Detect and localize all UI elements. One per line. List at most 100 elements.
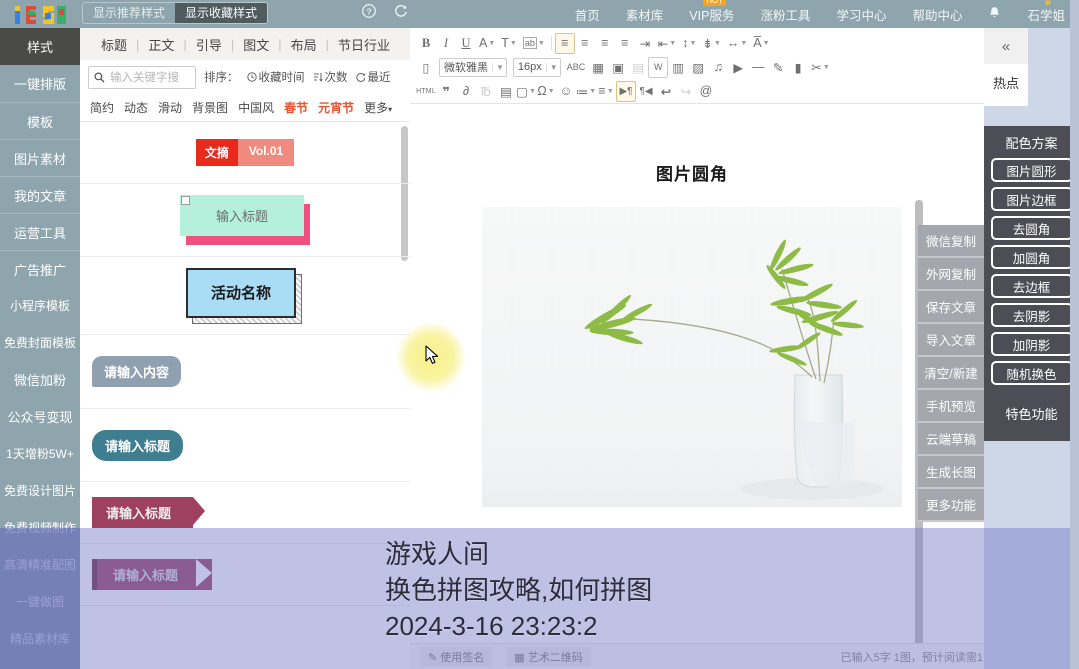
save-article-button[interactable]: 保存文章: [918, 291, 984, 324]
category-slide[interactable]: 滑动: [158, 99, 182, 116]
sidebar-item-free-licensed-material[interactable]: 免费正版素材: [0, 657, 80, 669]
style-card-teal-pill[interactable]: 请输入标题: [80, 409, 410, 482]
sidebar-item-one-click-layout[interactable]: 一键排版: [0, 65, 80, 102]
sidebar-item-1day-50k-followers[interactable]: 1天增粉5W+: [0, 435, 80, 472]
tab-guide[interactable]: 引导: [187, 35, 231, 54]
link-button[interactable]: ∂: [456, 81, 476, 102]
clear-format-button[interactable]: A̅ ▼: [750, 33, 772, 54]
hotspot-tab[interactable]: 热点: [984, 64, 1028, 106]
bold-button[interactable]: B: [416, 33, 436, 54]
blue-activity-card[interactable]: 活动名称: [186, 267, 304, 324]
word-import-button[interactable]: W: [648, 56, 669, 78]
highlight-button[interactable]: ab ▼: [520, 33, 548, 54]
align-center-button[interactable]: ≡: [575, 33, 595, 54]
line-height-button[interactable]: ↕ ▼: [679, 33, 699, 54]
sidebar-item-miniprogram-templates[interactable]: 小程序模板: [0, 287, 80, 324]
sort-option-count[interactable]: 次数: [313, 69, 348, 85]
sidebar-item-ad-promotion[interactable]: 广告推广: [0, 250, 80, 287]
paint-bucket-button[interactable]: ▮: [788, 57, 808, 78]
category-spring-festival[interactable]: 春节: [284, 99, 308, 116]
style-card-wenzhai[interactable]: 文摘 Vol.01: [80, 122, 410, 184]
sidebar-item-free-video-production[interactable]: 免费视频制作: [0, 509, 80, 546]
brush-button[interactable]: ✂ ▼: [808, 57, 832, 78]
document-body[interactable]: 图片圆角: [467, 112, 917, 507]
style-card-gray-pill[interactable]: 请输入内容: [80, 335, 410, 409]
font-style-button[interactable]: T ▼: [498, 33, 520, 54]
underline-button[interactable]: U: [456, 33, 476, 54]
sort-option-favorite-time[interactable]: 收藏时间: [246, 69, 305, 85]
style-card-green-title[interactable]: 输入标题: [80, 184, 410, 257]
wenzhai-card[interactable]: 文摘 Vol.01: [195, 139, 295, 166]
tab-title[interactable]: 标题: [92, 35, 136, 54]
tab-body[interactable]: 正文: [139, 35, 183, 54]
redo-button[interactable]: ↪: [676, 81, 696, 102]
teal-pill-card[interactable]: 请输入标题: [92, 429, 184, 461]
tab-festival-industry[interactable]: 节日行业: [329, 35, 399, 54]
style-card-maroon-flag[interactable]: 请输入标题: [80, 482, 410, 544]
nav-vip-service[interactable]: HOT VIP服务: [689, 0, 734, 24]
refresh-icon[interactable]: [394, 4, 408, 21]
image-circle-button[interactable]: 图片圆形: [990, 158, 1073, 182]
gallery-button[interactable]: ▨: [688, 57, 708, 78]
sidebar-item-free-cover-templates[interactable]: 免费封面模板: [0, 324, 80, 361]
image-border-button[interactable]: 图片边框: [990, 187, 1073, 211]
align-right-button[interactable]: ≡: [595, 33, 615, 54]
insert-image-button[interactable]: ▣: [608, 57, 628, 78]
insert-table-button[interactable]: ▦: [588, 57, 608, 78]
outdent-button[interactable]: ⇤ ▼: [655, 33, 679, 54]
sidebar-item-free-image-design[interactable]: 免费设计图片: [0, 472, 80, 509]
show-recommended-styles-button[interactable]: 显示推荐样式: [83, 3, 176, 23]
sidebar-item-image-material[interactable]: 图片素材: [0, 139, 80, 176]
sidebar-item-my-articles[interactable]: 我的文章: [0, 176, 80, 213]
undo-button[interactable]: ↩: [656, 81, 676, 102]
sidebar-item-styles[interactable]: 样式: [0, 28, 80, 65]
sidebar-item-account-monetization[interactable]: 公众号变现: [0, 398, 80, 435]
nav-material-library[interactable]: 素材库: [626, 5, 664, 24]
spellcheck-button[interactable]: ABC: [564, 57, 589, 78]
add-shadow-button[interactable]: 加阴影: [990, 332, 1073, 356]
nav-learning-center[interactable]: 学习中心: [836, 5, 886, 24]
document-image[interactable]: [482, 207, 902, 507]
category-chinese-style[interactable]: 中国风: [238, 99, 274, 116]
style-card-blue-activity[interactable]: 活动名称: [80, 257, 410, 335]
category-dynamic[interactable]: 动态: [124, 99, 148, 116]
category-background[interactable]: 背景图: [192, 99, 228, 116]
tab-layout[interactable]: 布局: [282, 35, 326, 54]
ordered-list-button[interactable]: ≔ ▼: [576, 81, 596, 102]
remove-rounded-corner-button[interactable]: 去圆角: [990, 216, 1073, 240]
template-button[interactable]: ▤: [496, 81, 516, 102]
category-lantern-festival[interactable]: 元宵节: [318, 99, 354, 116]
maroon-flag2-card[interactable]: 请输入标题: [92, 559, 213, 590]
emoji-button[interactable]: ☺: [556, 81, 576, 102]
sidebar-item-templates[interactable]: 模板: [0, 102, 80, 139]
align-justify-button[interactable]: ≡: [615, 33, 635, 54]
html-source-button[interactable]: HTML: [416, 81, 436, 102]
category-more[interactable]: 更多▾: [364, 99, 392, 116]
special-features-button[interactable]: 特色功能: [984, 396, 1079, 430]
more-features-button[interactable]: 更多功能: [918, 489, 984, 522]
art-qrcode-button[interactable]: ▦ 艺术二维码: [506, 646, 591, 667]
eraser-button[interactable]: ✎: [768, 57, 788, 78]
image-group-button[interactable]: ▤: [628, 57, 648, 78]
gray-pill-card[interactable]: 请输入内容: [92, 356, 182, 387]
card-button[interactable]: ▢ ▼: [516, 81, 536, 102]
tab-image-text[interactable]: 图文: [234, 35, 278, 54]
clear-new-button[interactable]: 清空/新建: [918, 357, 984, 390]
picture-frame-button[interactable]: ▥: [668, 57, 688, 78]
remove-border-button[interactable]: 去边框: [990, 274, 1073, 298]
sidebar-item-hd-matching-images[interactable]: 高清精准配图: [0, 546, 80, 583]
generate-long-image-button[interactable]: 生成长图: [918, 456, 984, 489]
font-size-select[interactable]: 16px ▼: [512, 57, 561, 77]
sidebar-item-premium-material-library[interactable]: 精品素材库: [0, 620, 80, 657]
remove-shadow-button[interactable]: 去阴影: [990, 303, 1073, 327]
sidebar-item-wechat-followers[interactable]: 微信加粉: [0, 361, 80, 398]
align-left-button[interactable]: ≡: [554, 32, 575, 54]
collapse-panel-button[interactable]: «: [984, 28, 1028, 64]
insert-divider-button[interactable]: —: [748, 57, 768, 78]
rtl-direction-button[interactable]: ¶◀: [636, 81, 656, 102]
app-logo[interactable]: [12, 2, 70, 28]
letter-spacing-button[interactable]: ↔ ▼: [724, 33, 750, 54]
style-card-list[interactable]: 文摘 Vol.01 输入标题 活动名称 请输入内容 请输入标题 请输入标题 请输…: [80, 122, 410, 669]
sidebar-item-one-click-image[interactable]: 一键做图: [0, 583, 80, 620]
cloud-draft-button[interactable]: 云端草稿: [918, 423, 984, 456]
